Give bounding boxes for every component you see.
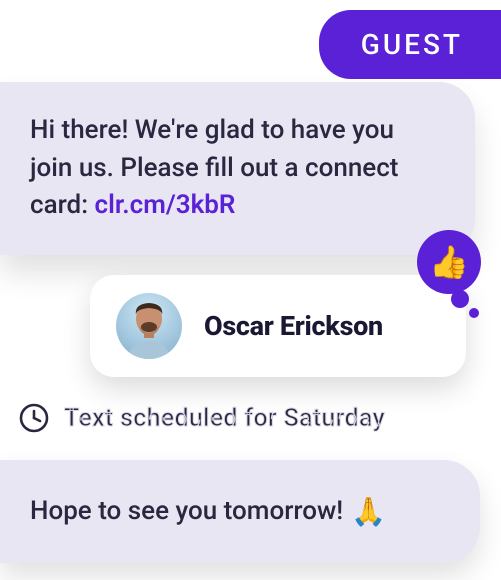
followup-message-text: Hope to see you tomorrow! 🙏 [30, 492, 450, 531]
avatar [116, 293, 182, 359]
contact-name: Oscar Erickson [204, 310, 383, 342]
clock-icon [18, 402, 50, 434]
guest-badge-label: GUEST [361, 28, 463, 61]
connect-card-link[interactable]: clr.cm/3kbR [95, 190, 236, 220]
reaction-bubble[interactable]: 👍 [417, 230, 481, 294]
welcome-message-bubble: Hi there! We're glad to have you join us… [0, 82, 475, 255]
avatar-icon [116, 293, 182, 359]
schedule-text: Text scheduled for Saturday [64, 404, 385, 433]
followup-message-bubble: Hope to see you tomorrow! 🙏 [0, 460, 480, 563]
pray-icon: 🙏 [351, 492, 386, 531]
guest-badge: GUEST [319, 10, 501, 79]
reaction-tail [451, 290, 469, 308]
contact-card[interactable]: Oscar Erickson [90, 275, 466, 377]
reaction-tail-small [469, 308, 479, 318]
welcome-message-text: Hi there! We're glad to have you join us… [30, 112, 439, 225]
followup-text: Hope to see you tomorrow! [30, 493, 343, 529]
schedule-row: Text scheduled for Saturday [18, 402, 385, 434]
thumbs-up-icon: 👍 [429, 243, 469, 281]
